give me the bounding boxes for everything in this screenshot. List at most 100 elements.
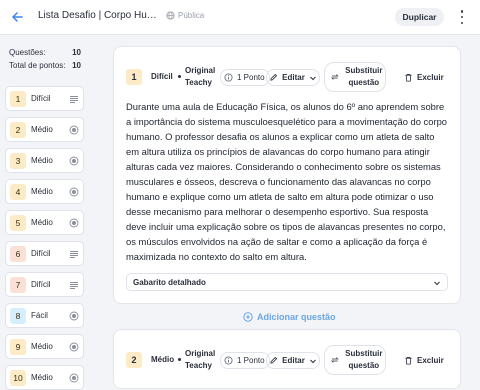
difficulty-label: Médio [31, 218, 53, 227]
points-pill[interactable]: 1 Ponto [220, 69, 270, 86]
question-number-badge: 2 [10, 121, 26, 138]
points-label: 1 Ponto [237, 73, 265, 82]
info-icon [224, 356, 233, 365]
text-lines-icon [70, 281, 78, 289]
replace-question-button[interactable]: Substituir questão [324, 62, 386, 92]
trash-icon [405, 73, 412, 82]
question-header: 1 Difícil Original Teachy 1 Ponto Editar [126, 62, 451, 92]
chevron-down-icon [434, 281, 440, 286]
points-label: 1 Ponto [237, 356, 265, 365]
replace-question-button[interactable]: Substituir questão [324, 345, 386, 375]
more-options-icon[interactable] [457, 10, 467, 24]
radio-button-icon [69, 187, 79, 196]
sidebar-question-item[interactable]: 6 Difícil [5, 241, 84, 266]
difficulty-label: Médio [151, 355, 175, 364]
edit-label: Editar [282, 356, 305, 365]
origin-label: Original Teachy [185, 349, 216, 370]
difficulty-label: Difícil [31, 280, 51, 289]
difficulty-label: Médio [31, 125, 53, 134]
separator-dot [178, 75, 181, 78]
difficulty-label: Difícil [31, 94, 51, 103]
difficulty-label: Médio [31, 373, 53, 382]
page-title: Lista Desafio | Corpo Humano em Moviment… [38, 10, 160, 21]
questions-stat: Questões: 10 [9, 48, 81, 61]
difficulty-label: Difícil [31, 249, 51, 258]
add-question-button[interactable]: Adicionar questão [243, 312, 336, 322]
radio-button-icon [69, 125, 79, 134]
sidebar-question-item[interactable]: 5 Médio [5, 210, 84, 235]
replace-label: Substituir questão [345, 349, 383, 370]
visibility-label: Pública [178, 11, 205, 20]
question-text: Durante uma aula de Educação Física, os … [126, 101, 448, 262]
difficulty-label: Médio [31, 342, 53, 351]
trash-icon [405, 356, 412, 365]
origin-label: Original Teachy [185, 66, 216, 87]
text-lines-icon [70, 95, 78, 103]
question-number-badge: 1 [10, 90, 26, 107]
sidebar-question-item[interactable]: 3 Médio [5, 148, 84, 173]
swap-icon [331, 357, 339, 363]
list-stats: Questões: 10 Total de pontos: 10 [9, 48, 81, 74]
question-number-badge: 7 [10, 276, 26, 293]
separator-dot [178, 358, 181, 361]
chevron-down-icon [309, 359, 316, 363]
questions-stat-value: 10 [72, 48, 81, 57]
edit-button[interactable]: Editar [266, 69, 320, 86]
sidebar-question-item[interactable]: 9 Médio [5, 334, 84, 359]
edit-button[interactable]: Editar [266, 352, 320, 369]
points-stat-label: Total de pontos: [9, 61, 66, 70]
radio-button-icon [69, 156, 79, 165]
sidebar-question-item[interactable]: 7 Difícil [5, 272, 84, 297]
pencil-icon [270, 74, 278, 81]
delete-button[interactable]: Excluir [404, 352, 444, 369]
difficulty-label: Médio [31, 156, 53, 165]
difficulty-label: Médio [31, 187, 53, 196]
question-sidebar: Questões: 10 Total de pontos: 10 1 Difíci… [0, 36, 98, 390]
visibility-indicator: Pública [166, 11, 204, 20]
delete-label: Excluir [417, 73, 444, 82]
top-bar: Lista Desafio | Corpo Humano em Moviment… [0, 0, 480, 35]
back-arrow-icon[interactable] [10, 10, 24, 24]
question-number-badge: 2 [126, 352, 142, 368]
sidebar-question-item[interactable]: 10 Médio [5, 365, 84, 390]
radio-button-icon [69, 373, 79, 382]
question-number-badge: 4 [10, 183, 26, 200]
sidebar-question-item[interactable]: 8 Fácil [5, 303, 84, 328]
chevron-down-icon [309, 76, 316, 80]
sidebar-question-item[interactable]: 4 Médio [5, 179, 84, 204]
add-question-label: Adicionar questão [257, 312, 336, 322]
question-number-badge: 10 [10, 369, 26, 386]
edit-label: Editar [282, 73, 305, 82]
swap-icon [331, 74, 339, 80]
duplicate-button[interactable]: Duplicar [395, 8, 444, 26]
info-icon [224, 73, 233, 82]
radio-button-icon [69, 218, 79, 227]
difficulty-label: Difícil [151, 72, 173, 81]
text-lines-icon [70, 250, 78, 258]
points-pill[interactable]: 1 Ponto [220, 352, 270, 369]
question-number-badge: 1 [126, 69, 142, 85]
question-header: 2 Médio Original Teachy 1 Ponto Editar S… [126, 345, 451, 375]
question-number-badge: 8 [10, 307, 26, 324]
answer-key-label: Gabarito detalhado [133, 277, 206, 287]
question-number-badge: 3 [10, 152, 26, 169]
radio-button-icon [69, 311, 79, 320]
radio-button-icon [69, 342, 79, 351]
questions-stat-label: Questões: [9, 48, 46, 57]
plus-circle-icon [243, 312, 253, 322]
points-stat: Total de pontos: 10 [9, 61, 81, 74]
answer-key-dropdown[interactable]: Gabarito detalhado [126, 273, 448, 291]
question-number-badge: 5 [10, 214, 26, 231]
delete-label: Excluir [417, 356, 444, 365]
question-number-badge: 6 [10, 245, 26, 262]
pencil-icon [270, 357, 278, 364]
difficulty-label: Fácil [31, 311, 48, 320]
delete-button[interactable]: Excluir [404, 69, 444, 86]
sidebar-question-item[interactable]: 1 Difícil [5, 86, 84, 111]
globe-icon [166, 11, 175, 20]
sidebar-question-item[interactable]: 2 Médio [5, 117, 84, 142]
question-card: 1 Difícil Original Teachy 1 Ponto Editar [113, 46, 461, 304]
question-card: 2 Médio Original Teachy 1 Ponto Editar S… [113, 329, 461, 389]
question-number-badge: 9 [10, 338, 26, 355]
points-stat-value: 10 [72, 61, 81, 70]
